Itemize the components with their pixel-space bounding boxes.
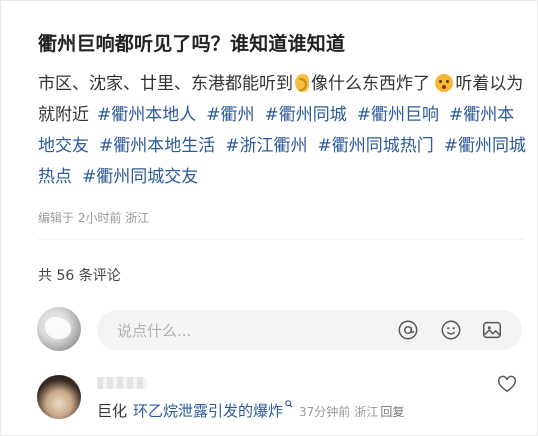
comment-search-link[interactable]: 环乙烷泄露引发的爆炸 — [133, 402, 283, 420]
hashtag-link[interactable]: #衢州同城交友 — [82, 167, 198, 187]
post-body: 市区、沈家、廿里、东港都能听到 像什么东西炸了 听着以为就附近 #衢州本地人 #衢州 #… — [38, 69, 528, 193]
comment-location: 浙江 — [354, 405, 379, 419]
comment-input-placeholder: 说点什么... — [117, 322, 192, 340]
hashtag-link[interactable]: #衢州 — [206, 105, 254, 125]
commenter-avatar[interactable] — [37, 375, 81, 419]
comment-text-prefix: 巨化 — [97, 402, 128, 420]
comment-text: 巨化 环乙烷泄露引发的爆炸 37分钟前 浙江 回复 — [97, 399, 404, 424]
hashtag-link[interactable]: #衢州本地人 — [97, 105, 196, 125]
hashtag-link[interactable]: #衢州同城热门 — [318, 136, 434, 156]
section-divider — [38, 239, 523, 240]
post-meta: 编辑于 2小时前 浙江 — [38, 211, 150, 225]
comment-input[interactable]: 说点什么... — [97, 310, 522, 350]
at-icon[interactable] — [397, 319, 419, 341]
emoji-icon[interactable] — [440, 319, 462, 341]
post-text-segment-2: 像什么东西炸了 — [311, 74, 430, 94]
hushed-face-emoji-icon — [435, 74, 454, 92]
hashtag-link[interactable]: #衢州巨响 — [357, 105, 439, 125]
post-text-segment-1: 市区、沈家、廿里、东港都能听到 — [38, 74, 293, 94]
hashtag-link[interactable]: #浙江衢州 — [225, 136, 307, 156]
hashtag-link[interactable]: #衢州本地生活 — [99, 136, 215, 156]
commenter-name-redacted — [97, 377, 147, 389]
image-icon[interactable] — [481, 319, 503, 341]
post-content: 衢州巨响都听见了吗？谁知道谁知道 市区、沈家、廿里、东港都能听到 像什么东西炸了 … — [38, 29, 528, 193]
post-detail-panel: 衢州巨响都听见了吗？谁知道谁知道 市区、沈家、廿里、东港都能听到 像什么东西炸了 … — [0, 0, 538, 436]
hashtag-link[interactable]: #衢州同城 — [265, 105, 347, 125]
current-user-avatar — [37, 307, 81, 351]
ear-emoji-icon — [295, 74, 309, 92]
comment-count: 共 56 条评论 — [38, 268, 121, 284]
comment-item: 巨化 环乙烷泄露引发的爆炸 37分钟前 浙江 回复 — [37, 373, 527, 429]
reply-button[interactable]: 回复 — [380, 405, 404, 419]
post-title: 衢州巨响都听见了吗？谁知道谁知道 — [38, 33, 346, 55]
search-icon — [285, 400, 293, 408]
comment-time: 37分钟前 — [299, 405, 351, 419]
heart-icon[interactable] — [496, 373, 518, 395]
